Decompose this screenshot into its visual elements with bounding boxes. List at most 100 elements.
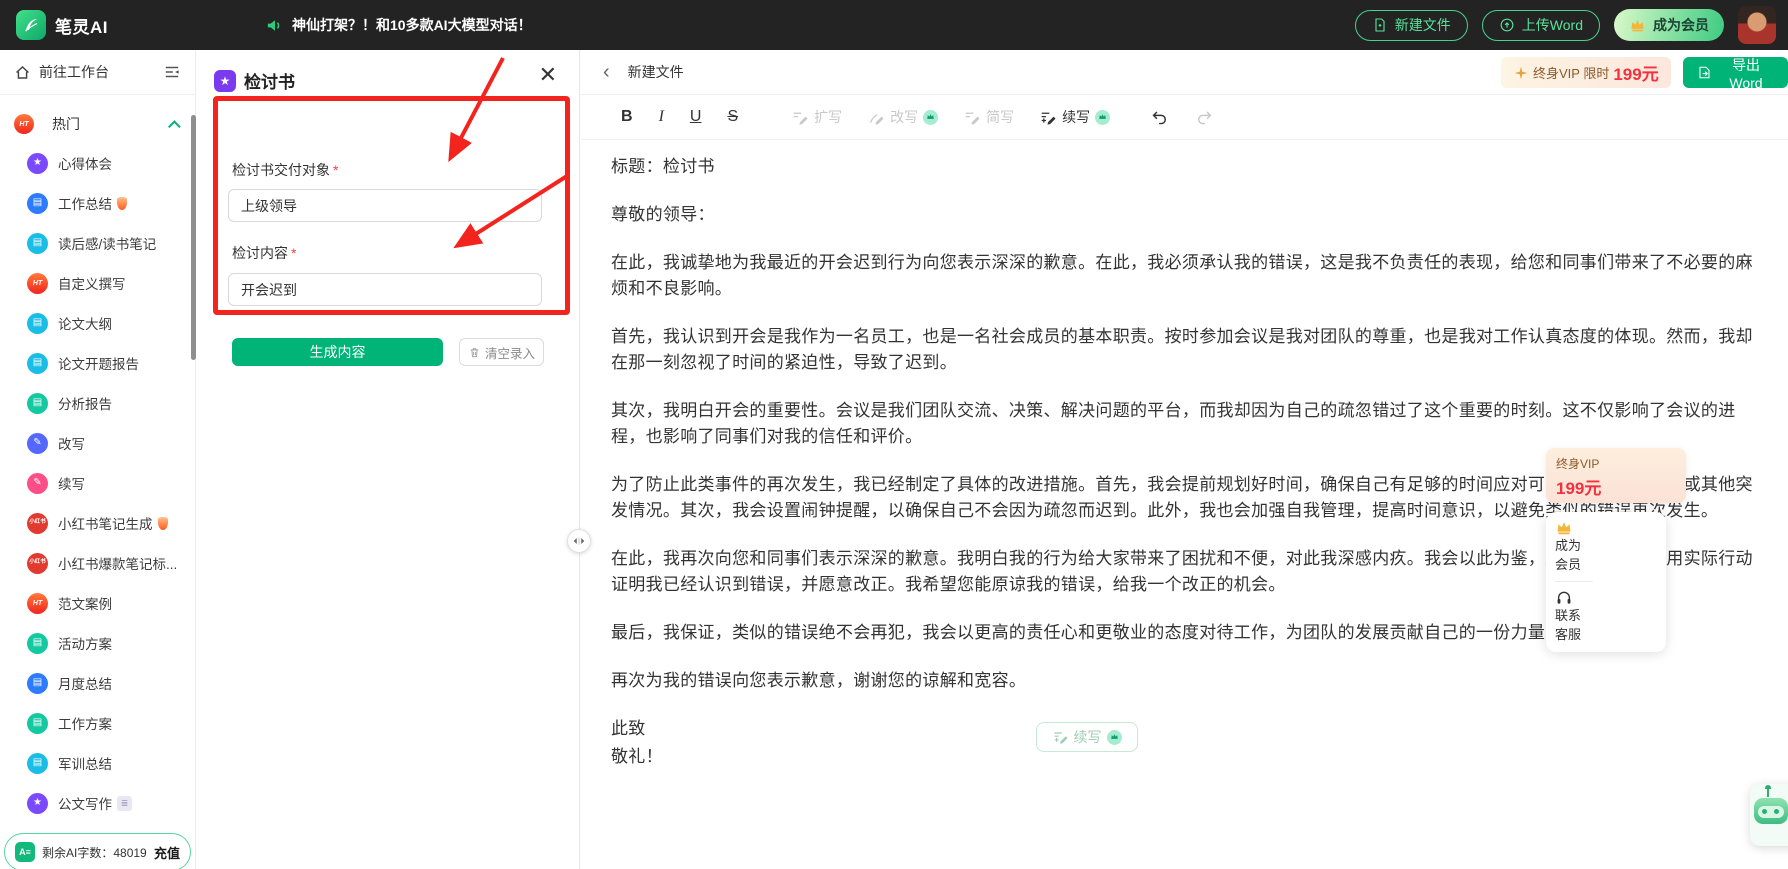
generate-content-button[interactable]: 生成内容 xyxy=(232,338,443,366)
export-word-button[interactable]: 导出Word xyxy=(1683,57,1788,91)
ai-words-remaining-pill[interactable]: A≡ 剩余AI字数：48019 充值 xyxy=(4,833,191,869)
doc-closing[interactable]: 此致 xyxy=(611,716,1758,742)
robot-icon xyxy=(1754,798,1788,824)
sidebar-item-7[interactable]: ✎ 改写 xyxy=(0,423,195,463)
become-member-side-link[interactable]: 成为 xyxy=(1555,536,1666,555)
new-file-label: 新建文件 xyxy=(1394,17,1451,33)
export-icon xyxy=(1697,65,1712,80)
sidebar-item-3[interactable]: HT 自定义撰写 xyxy=(0,263,195,303)
continue-label: 续写 xyxy=(1062,109,1091,125)
sidebar-item-13[interactable]: ▤ 月度总结 xyxy=(0,663,195,703)
book-icon: ▤ xyxy=(27,752,48,774)
underline-button[interactable]: U xyxy=(690,108,702,126)
doc-paragraph-1[interactable]: 在此，我诚挚地为我最近的开会迟到行为向您表示深深的歉意。在此，我必须承认我的错误… xyxy=(611,250,1758,302)
app-logo[interactable]: 笔灵AI xyxy=(16,10,108,40)
required-asterisk: * xyxy=(333,162,339,178)
expand-writing-button[interactable]: 扩写 xyxy=(792,107,842,127)
doc-paragraph-7[interactable]: 再次为我的错误向您表示歉意，谢谢您的谅解和宽容。 xyxy=(611,668,1758,694)
upload-word-button[interactable]: 上传Word xyxy=(1481,9,1600,41)
simplify-button[interactable]: 简写 xyxy=(964,107,1014,127)
xhs-icon: 小红书 xyxy=(27,552,48,574)
vip-crown-icon xyxy=(1095,109,1111,125)
sidebar-item-label: 公文写作 xyxy=(58,797,112,812)
sidebar-item-10[interactable]: 小红书 小红书爆款笔记标... xyxy=(0,543,195,583)
sidebar-item-16[interactable]: ★ 公文写作 ≣ xyxy=(0,783,195,823)
form-star-icon: ★ xyxy=(214,69,236,92)
recharge-link[interactable]: 充值 xyxy=(154,843,180,862)
become-member-button[interactable]: 成为会员 xyxy=(1614,9,1724,41)
hot-icon: HT xyxy=(27,592,48,614)
sidebar-item-0[interactable]: ★ 心得体会 xyxy=(0,143,195,183)
continue-floating-label: 续写 xyxy=(1073,729,1102,745)
sidebar-item-14[interactable]: ▤ 工作方案 xyxy=(0,703,195,743)
continue-writing-floating-button[interactable]: 续写 xyxy=(1036,722,1138,752)
user-avatar[interactable] xyxy=(1738,6,1776,44)
become-member-label: 成为会员 xyxy=(1653,17,1709,33)
doc-paragraph-2[interactable]: 首先，我认识到开会是我作为一名员工，也是一名社会成员的基本职责。按时参加会议是我… xyxy=(611,324,1758,376)
vip-side-text: 终身VIP xyxy=(1556,457,1600,471)
star-icon: ★ xyxy=(27,152,48,174)
rewrite-label: 改写 xyxy=(890,109,919,125)
new-file-button[interactable]: 新建文件 xyxy=(1354,9,1468,41)
pen-icon: ✎ xyxy=(27,472,48,494)
doc-salutation[interactable]: 尊敬的领导： xyxy=(611,202,1758,228)
redo-icon[interactable] xyxy=(1195,109,1214,126)
announcement-text: 神仙打架？！和10多款AI大模型对话！ xyxy=(292,17,532,33)
assistant-robot-button[interactable] xyxy=(1750,784,1788,846)
recipient-input[interactable] xyxy=(228,189,542,222)
doc-paragraph-3[interactable]: 其次，我明白开会的重要性。会议是我们团队交流、决策、解决问题的平台，而我却因为自… xyxy=(611,398,1758,450)
vip-text: 终身VIP 限时 xyxy=(1533,66,1610,81)
sidebar-item-label: 改写 xyxy=(58,437,85,452)
lifetime-vip-side-card[interactable]: 终身VIP 199元 xyxy=(1546,448,1686,503)
bold-button[interactable]: B xyxy=(621,108,633,126)
go-to-workspace[interactable]: 前往工作台 xyxy=(0,50,195,95)
vip-side-price: 199元 xyxy=(1556,479,1602,498)
hot-section-label: 热门 xyxy=(52,116,80,132)
case-icon: ▤ xyxy=(27,672,48,694)
doc-salute[interactable]: 敬礼！ xyxy=(611,744,1758,770)
sidebar-item-2[interactable]: ▤ 读后感/读书笔记 xyxy=(0,223,195,263)
doc-title-line[interactable]: 标题：检讨书 xyxy=(611,154,1758,180)
close-icon[interactable]: ✕ xyxy=(539,64,557,86)
home-icon xyxy=(14,64,31,81)
back-chevron-icon[interactable]: ‹ xyxy=(603,62,610,82)
continue-writing-button[interactable]: 续写 xyxy=(1040,107,1111,127)
announcement-banner[interactable]: 神仙打架？！和10多款AI大模型对话！ xyxy=(265,0,532,50)
star-icon: ★ xyxy=(27,792,48,814)
strikethrough-button[interactable]: S xyxy=(727,108,738,126)
form-title: 检讨书 xyxy=(244,73,295,92)
sidebar-item-1[interactable]: ▤ 工作总结 xyxy=(0,183,195,223)
chevron-up-icon[interactable] xyxy=(168,119,181,133)
sidebar-item-4[interactable]: ▤ 论文大纲 xyxy=(0,303,195,343)
collapse-sidebar-icon[interactable] xyxy=(163,64,181,80)
sidebar-item-11[interactable]: HT 范文案例 xyxy=(0,583,195,623)
crown-icon xyxy=(1629,18,1646,33)
sidebar-item-15[interactable]: ▤ 军训总结 xyxy=(0,743,195,783)
sidebar-item-5[interactable]: ▤ 论文开题报告 xyxy=(0,343,195,383)
undo-icon[interactable] xyxy=(1150,109,1169,126)
upload-icon xyxy=(1499,17,1515,33)
form-header: ★ 检讨书 xyxy=(214,68,295,93)
document-body[interactable]: 标题：检讨书 尊敬的领导： 在此，我诚挚地为我最近的开会迟到行为向您表示深深的歉… xyxy=(581,140,1788,869)
card-divider xyxy=(1555,581,1593,582)
sidebar-item-label: 论文大纲 xyxy=(58,317,112,332)
contact-service-link[interactable]: 联系 xyxy=(1555,606,1666,625)
clear-input-button[interactable]: 清空录入 xyxy=(459,338,544,366)
sidebar-item-6[interactable]: ▤ 分析报告 xyxy=(0,383,195,423)
sidebar-item-8[interactable]: ✎ 续写 xyxy=(0,463,195,503)
contact-service-link[interactable]: 客服 xyxy=(1555,625,1666,644)
document-title-breadcrumb: 新建文件 xyxy=(627,64,684,80)
sidebar-item-12[interactable]: ▤ 活动方案 xyxy=(0,623,195,663)
book-icon: ▤ xyxy=(27,232,48,254)
robot-antenna xyxy=(1765,785,1771,797)
sidebar-item-9[interactable]: 小红书 小红书笔记生成 xyxy=(0,503,195,543)
panel-resize-handle[interactable] xyxy=(567,529,591,553)
review-content-input[interactable] xyxy=(228,273,542,306)
app-title: 笔灵AI xyxy=(55,17,108,37)
become-member-side-link[interactable]: 会员 xyxy=(1555,555,1666,574)
lifetime-vip-badge[interactable]: 终身VIP 限时 199元 xyxy=(1501,57,1671,88)
italic-button[interactable]: I xyxy=(659,108,664,126)
rewrite-button[interactable]: 改写 xyxy=(868,107,939,127)
sidebar-section-hot[interactable]: HT 热门 xyxy=(0,105,195,143)
review-letter-form-panel: ★ 检讨书 ✕ 检讨书交付对象* 检讨内容* 生成内容 清空录入 xyxy=(196,50,580,869)
